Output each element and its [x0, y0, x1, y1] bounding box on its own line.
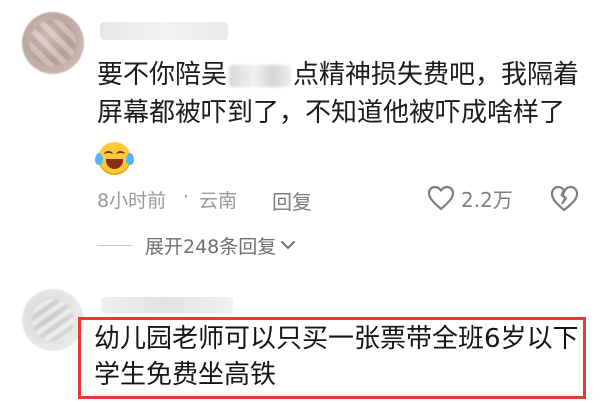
comment-line: 屏幕都被吓到了，不知道他被吓成啥样了	[97, 98, 566, 128]
avatar[interactable]	[22, 289, 84, 351]
comment-text-segment: 点精神损失费吧，我隔着	[293, 60, 580, 90]
comment-text: 要不你陪吴 点精神损失费吧，我隔着 屏幕都被吓到了，不知道他被吓成啥样了	[97, 56, 597, 132]
expand-replies-label: 展开248条回复	[145, 235, 277, 258]
avatar[interactable]	[22, 12, 84, 74]
timestamp: 8小时前	[97, 190, 167, 212]
divider-line	[97, 244, 133, 246]
comment-line: 学生免费坐高铁	[94, 360, 277, 390]
comment-line: 要不你陪吴 点精神损失费吧，我隔着	[97, 56, 597, 94]
broken-heart-icon[interactable]	[549, 184, 579, 212]
comment-text: 幼儿园老师可以只买一张票带全班6岁以下 学生免费坐高铁	[94, 321, 584, 393]
comment-feed: 要不你陪吴 点精神损失费吧，我隔着 屏幕都被吓到了，不知道他被吓成啥样了 8小时前…	[0, 0, 600, 403]
username-redacted[interactable]	[100, 22, 228, 40]
comment-line: 幼儿园老师可以只买一张票带全班6岁以下	[94, 324, 579, 354]
redacted-name	[229, 64, 292, 87]
location: 云南	[199, 190, 238, 212]
comment-text-segment: 要不你陪吴	[97, 60, 228, 90]
expand-replies-button[interactable]: 展开248条回复	[97, 233, 296, 258]
heart-icon	[427, 185, 455, 211]
comment-meta: 8小时前 · 云南 回复 2.2万	[97, 184, 587, 215]
separator-dot: ·	[183, 186, 190, 208]
like-button[interactable]: 2.2万	[427, 184, 513, 212]
laughing-crying-emoji-icon	[95, 142, 134, 175]
username-redacted[interactable]	[101, 297, 233, 313]
chevron-down-icon	[281, 241, 296, 249]
reply-button[interactable]: 回复	[272, 186, 312, 215]
like-count: 2.2万	[461, 187, 513, 212]
